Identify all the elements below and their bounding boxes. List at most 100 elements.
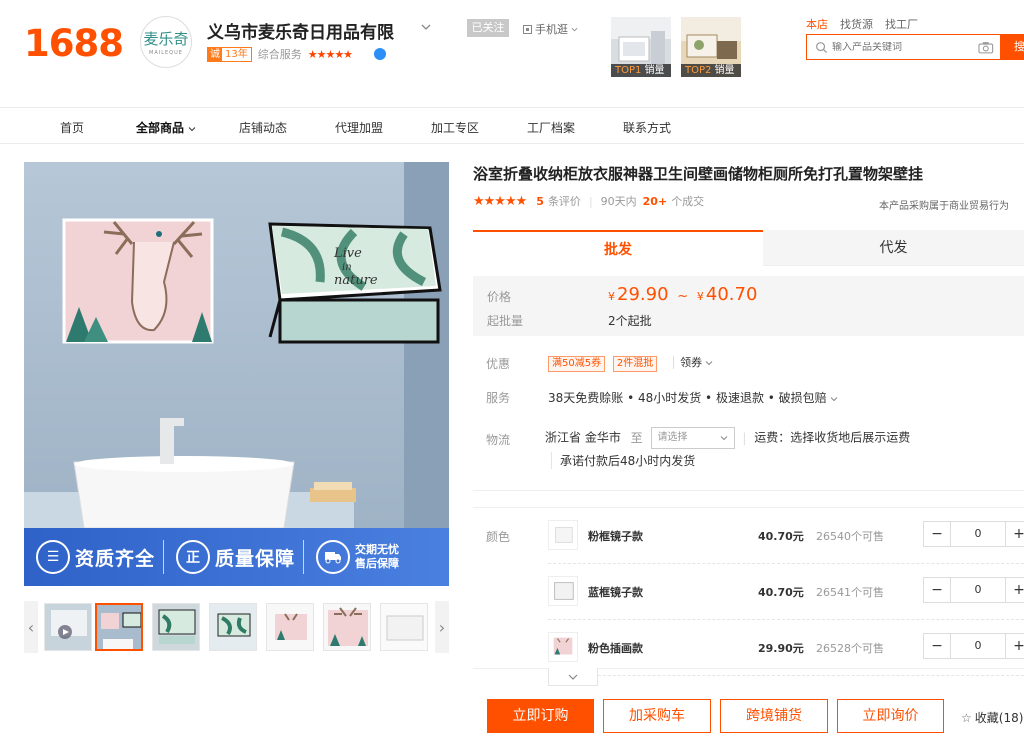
- favorite-button[interactable]: ☆ 收藏(18): [961, 709, 1023, 726]
- search-tab-source[interactable]: 找货源: [840, 16, 873, 32]
- nav-item-news[interactable]: 店铺动态: [239, 119, 287, 136]
- top-label: 销量: [714, 65, 735, 76]
- add-to-cart-button[interactable]: 加采购车: [603, 699, 711, 733]
- quantity-input[interactable]: 0: [950, 578, 1006, 602]
- origin-location: 浙江省 金华市: [545, 430, 621, 445]
- coupon-label: 领券: [680, 356, 703, 369]
- chevron-down-icon[interactable]: [420, 21, 432, 33]
- verified-icon[interactable]: [374, 48, 387, 60]
- quantity-stepper: − 0 +: [923, 633, 1024, 659]
- rating-row: ★★★★★ 5 条评价 | 90天内 20+ 个成交: [473, 193, 704, 209]
- rating-stars: ★★★★★: [473, 193, 527, 209]
- chevron-down-icon: [571, 27, 578, 31]
- nav-item-factory[interactable]: 工厂档案: [527, 119, 575, 136]
- banner-text: 质量保障: [215, 547, 296, 570]
- thumbnail[interactable]: [44, 603, 92, 651]
- decrement-button[interactable]: −: [924, 578, 950, 602]
- chevron-down-icon: [188, 126, 196, 131]
- follow-button[interactable]: 已关注: [467, 19, 509, 37]
- increment-button[interactable]: +: [1006, 578, 1024, 602]
- quantity-input[interactable]: 0: [950, 634, 1006, 658]
- increment-button[interactable]: +: [1006, 634, 1024, 658]
- moq-value: 2个起批: [608, 314, 652, 328]
- thumbnail[interactable]: [380, 603, 428, 651]
- price-box: 价格 ¥29.90 ~ ¥40.70 起批量 2个起批: [473, 276, 1024, 336]
- top-badge: TOP1 销量: [611, 64, 671, 77]
- thumbnail[interactable]: [152, 603, 200, 651]
- sku-price: 40.70元: [758, 530, 804, 543]
- order-now-button[interactable]: 立即订购: [487, 699, 594, 733]
- product-title: 浴室折叠收纳柜放衣服神器卫生间壁画储物柜厕所免打孔置物架壁挂: [473, 165, 924, 183]
- currency-symbol: ¥: [696, 290, 704, 303]
- nav-item-contact[interactable]: 联系方式: [623, 119, 671, 136]
- sku-price: 40.70元: [758, 586, 804, 599]
- expand-sku-button[interactable]: [548, 668, 598, 686]
- nav-item-processing[interactable]: 加工专区: [431, 119, 479, 136]
- thumbnail[interactable]: [266, 603, 314, 651]
- shop-meta: 诚 13年 综合服务 ★★★★★: [207, 46, 387, 62]
- purchase-mode-tabs: 批发 代发: [473, 230, 1024, 266]
- decrement-button[interactable]: −: [924, 634, 950, 658]
- banner-item-qualification: ☰ 资质齐全: [24, 540, 155, 574]
- favorite-label: 收藏(18): [974, 711, 1024, 725]
- main-product-image[interactable]: Live in nature ☰ 资质齐全 正 质量保障 交期无忧 售后保障: [24, 162, 449, 586]
- top-product-1[interactable]: TOP1 销量: [611, 17, 671, 77]
- sku-row: 蓝框镜子款 40.70元 26541个可售 − 0 +: [548, 564, 1024, 620]
- thumbnail[interactable]: [323, 603, 371, 651]
- quantity-input[interactable]: 0: [950, 522, 1006, 546]
- camera-icon[interactable]: [978, 41, 994, 54]
- service-value[interactable]: 38天免费赊账 • 48小时发货 • 极速退款 • 破损包赔: [548, 389, 838, 406]
- search-tab-shop[interactable]: 本店: [806, 16, 828, 32]
- destination-select[interactable]: 请选择: [650, 427, 735, 449]
- sku-image[interactable]: [548, 576, 578, 606]
- coupon-button[interactable]: 领券: [673, 356, 714, 369]
- chevron-down-icon: [705, 361, 713, 366]
- years-badge: 诚 13年: [207, 46, 252, 62]
- nav-item-home[interactable]: 首页: [60, 119, 84, 136]
- cross-border-button[interactable]: 跨境铺货: [720, 699, 828, 733]
- sales-label: 个成交: [671, 195, 705, 208]
- site-logo[interactable]: 1688: [24, 22, 124, 65]
- sku-image[interactable]: [548, 520, 578, 550]
- shop-logo[interactable]: 麦乐奇 MAILEQUE: [140, 16, 192, 68]
- price-label: 价格: [487, 290, 512, 304]
- promo-tag[interactable]: 满50减5券: [548, 356, 606, 372]
- review-count[interactable]: 5: [536, 195, 544, 208]
- mobile-link[interactable]: 手机逛: [523, 21, 578, 37]
- moq-label: 起批量: [487, 314, 524, 328]
- inquiry-button[interactable]: 立即询价: [837, 699, 944, 733]
- svg-text:in: in: [342, 262, 352, 273]
- ship-promise: 承诺付款后48小时内发货: [551, 452, 695, 469]
- years-badge-icon: 诚: [208, 47, 222, 61]
- banner-line: 交期无忧: [355, 543, 400, 556]
- top-product-2[interactable]: TOP2 销量: [681, 17, 741, 77]
- tab-wholesale[interactable]: 批发: [473, 230, 763, 266]
- decrement-button[interactable]: −: [924, 522, 950, 546]
- guarantee-banner: ☰ 资质齐全 正 质量保障 交期无忧 售后保障: [24, 528, 449, 586]
- sku-image[interactable]: [548, 632, 578, 662]
- shop-name[interactable]: 义乌市麦乐奇日用品有限: [207, 18, 394, 43]
- chevron-left-icon[interactable]: ‹: [24, 601, 38, 653]
- thumbnail[interactable]: [209, 603, 257, 651]
- sku-name: 粉色插画款: [588, 642, 643, 655]
- search-tab-factory[interactable]: 找工厂: [885, 16, 918, 32]
- sku-label: 颜色: [486, 530, 511, 544]
- increment-button[interactable]: +: [1006, 522, 1024, 546]
- shop-logo-glyph: 麦乐奇: [143, 30, 189, 48]
- divider: |: [588, 194, 593, 208]
- thumbnail[interactable]: [95, 603, 143, 651]
- search-button[interactable]: 搜索: [1000, 34, 1024, 60]
- tab-dropship[interactable]: 代发: [763, 230, 1024, 266]
- search-input[interactable]: [832, 41, 979, 53]
- chevron-down-icon: [568, 674, 578, 680]
- search-scope-tabs: 本店 找货源 找工厂: [806, 16, 918, 32]
- promo-tag[interactable]: 2件混批: [612, 356, 658, 372]
- mobile-link-label: 手机逛: [535, 23, 568, 36]
- chevron-right-icon[interactable]: ›: [435, 601, 449, 653]
- thumbnail-strip: ‹ ›: [24, 601, 449, 653]
- nav-item-agency[interactable]: 代理加盟: [335, 119, 383, 136]
- nav-item-all-products[interactable]: 全部商品: [136, 119, 196, 136]
- search-box: [806, 34, 1000, 60]
- review-label[interactable]: 条评价: [548, 193, 581, 209]
- quantity-stepper: − 0 +: [923, 577, 1024, 603]
